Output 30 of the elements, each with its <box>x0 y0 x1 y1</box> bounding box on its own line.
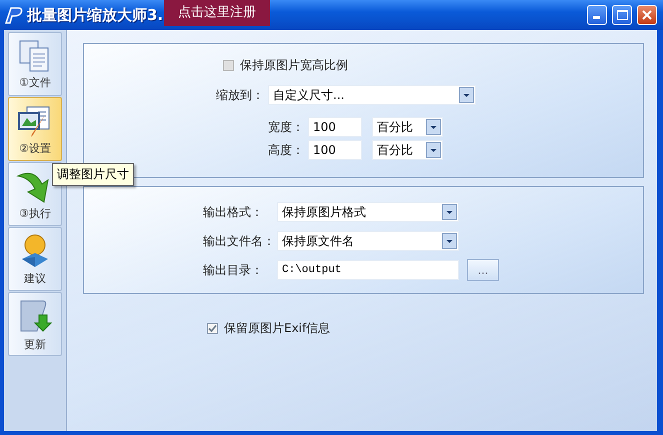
window-title: 批量图片缩放大师3. <box>27 6 164 24</box>
checkbox-label[interactable]: 保留原图片Exif信息 <box>224 320 330 337</box>
sidebar-item[interactable]: ①文件 <box>8 32 62 96</box>
tooltip: 调整图片尺寸 <box>52 163 134 186</box>
input-field[interactable]: 100 <box>308 140 362 160</box>
field-label: 输出文件名： <box>203 232 273 250</box>
browse-button[interactable]: ... <box>467 259 499 281</box>
checkbox[interactable] <box>207 323 218 334</box>
field-label: 缩放到： <box>215 86 264 104</box>
dropdown[interactable]: 百分比 <box>372 117 443 137</box>
register-button[interactable]: 点击这里注册 <box>164 0 270 26</box>
dropdown[interactable]: 自定义尺寸... <box>268 85 476 105</box>
input-field[interactable]: 100 <box>308 117 362 137</box>
dropdown[interactable]: 保持原文件名 <box>277 231 459 251</box>
close-button[interactable] <box>637 5 657 25</box>
maximize-icon <box>616 10 628 20</box>
dropdown[interactable]: 百分比 <box>372 140 443 160</box>
field-label: 输出目录： <box>203 262 264 278</box>
sidebar-item[interactable]: 建议 <box>8 227 62 291</box>
field-label: 高度： <box>267 142 304 158</box>
sidebar-item[interactable]: ②设置 <box>8 97 62 161</box>
field-label: 宽度： <box>267 118 304 136</box>
maximize-button[interactable] <box>612 5 632 25</box>
field-label: 输出格式： <box>203 204 264 220</box>
close-icon <box>642 10 652 20</box>
app-icon <box>4 6 24 24</box>
sidebar-item[interactable]: 更新 <box>8 292 62 356</box>
dropdown[interactable]: 保持原图片格式 <box>277 202 459 222</box>
minimize-button[interactable] <box>587 5 607 25</box>
input-field[interactable]: C:\output <box>277 260 459 280</box>
